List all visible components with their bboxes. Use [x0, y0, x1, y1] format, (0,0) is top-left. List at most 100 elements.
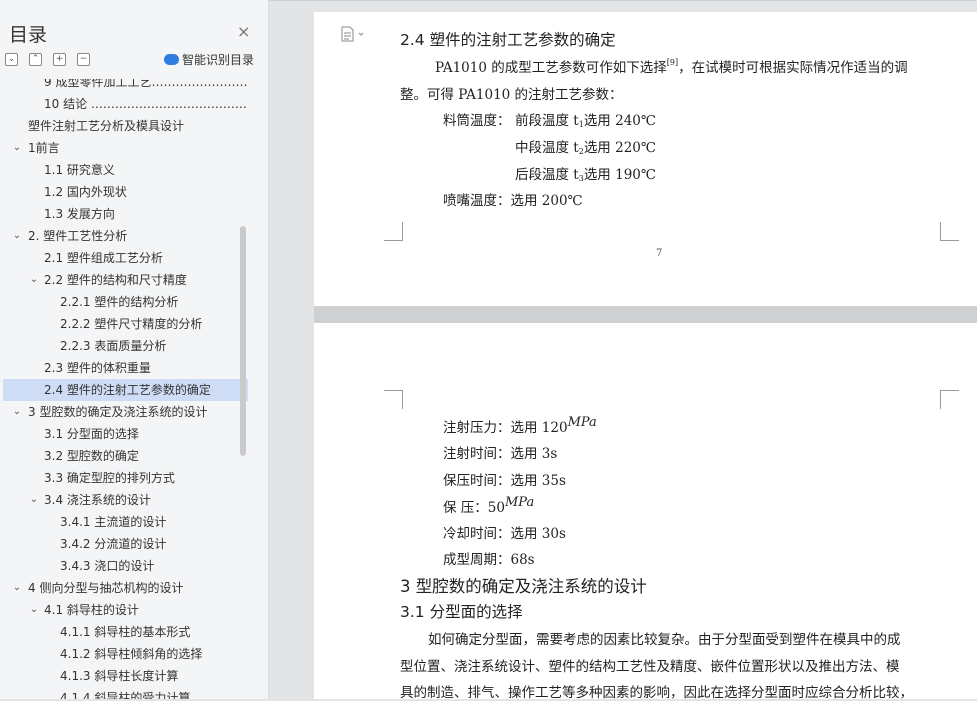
- toc-item[interactable]: 4.1.1 斜导柱的基本形式: [3, 621, 248, 643]
- hold-time: 保压时间：选用 35s: [443, 473, 566, 489]
- chevron-down-icon[interactable]: ⌄: [11, 225, 23, 247]
- toc-item-label: 3.2 型腔数的确定: [44, 449, 139, 463]
- paragraph-line: 具的制造、排气、操作工艺等多种因素的影响，因此在选择分型面时应综合分析比较，: [400, 685, 913, 701]
- toc-item-label: 4 侧向分型与抽芯机构的设计: [28, 581, 184, 595]
- ai-icon: [164, 54, 179, 65]
- cooling-time: 冷却时间：选用 30s: [443, 526, 566, 542]
- toc-item-label: 10 结论 …………………………………… …: [44, 97, 248, 111]
- paragraph-line: 如何确定分型面，需要考虑的因素比较复杂。由于分型面受到塑件在模具中的成: [428, 632, 901, 648]
- toc-list: 9 成型零件加工工艺…………………… 10 结论 …………………………………… ……: [3, 79, 258, 699]
- section-heading-2-4: 2.4 塑件的注射工艺参数的确定: [400, 31, 616, 49]
- chevron-down-icon[interactable]: ⌄: [11, 401, 23, 423]
- toc-item[interactable]: 2.3 塑件的体积重量: [3, 357, 248, 379]
- toc-item[interactable]: 1.1 研究意义: [3, 159, 248, 181]
- toc-item[interactable]: 1.2 国内外现状: [3, 181, 248, 203]
- page-7: 2.4 塑件的注射工艺参数的确定 PA1010 的成型工艺参数可作如下选择[9]…: [314, 12, 977, 306]
- toc-item[interactable]: 3.4.2 分流道的设计: [3, 533, 248, 555]
- toc-item[interactable]: 2.1 塑件组成工艺分析: [3, 247, 248, 269]
- middle-temp: 中段温度 t2选用 220℃: [515, 136, 656, 156]
- toc-item[interactable]: 9 成型零件加工工艺……………………: [3, 79, 248, 93]
- toc-item[interactable]: 3.1 分型面的选择: [3, 423, 248, 445]
- toc-item-label: 4.1.4 斜导柱的受力计算: [60, 691, 191, 699]
- toc-item-label: 4.1 斜导柱的设计: [44, 603, 139, 617]
- add-heading-icon[interactable]: +: [53, 53, 66, 66]
- toc-item-label: 2.2.2 塑件尺寸精度的分析: [60, 317, 203, 331]
- toc-item-label: 9 成型零件加工工艺……………………: [44, 79, 248, 89]
- toc-item-label: 4.1.2 斜导柱倾斜角的选择: [60, 647, 203, 661]
- smart-toc-button[interactable]: 智能识别目录: [164, 51, 254, 68]
- toc-item[interactable]: 4.1.3 斜导柱长度计算: [3, 665, 248, 687]
- toc-item[interactable]: 塑件注射工艺分析及模具设计: [3, 115, 248, 137]
- sidebar-title: 目录: [9, 24, 48, 46]
- toc-item[interactable]: 2.2.1 塑件的结构分析: [3, 291, 248, 313]
- toc-scrollbar[interactable]: [240, 226, 246, 456]
- text: 保 压：50: [443, 500, 505, 516]
- toc-item[interactable]: 3.4.3 浇口的设计: [3, 555, 248, 577]
- toc-item-label: 3.4 浇注系统的设计: [44, 493, 151, 507]
- document-options-icon[interactable]: [340, 26, 370, 42]
- toc-item-label: 2.4 塑件的注射工艺参数的确定: [44, 383, 211, 397]
- toc-item-label: 3.4.2 分流道的设计: [60, 537, 167, 551]
- document-area: 2.4 塑件的注射工艺参数的确定 PA1010 的成型工艺参数可作如下选择[9]…: [269, 0, 977, 701]
- toc-item-label: 4.1.3 斜导柱长度计算: [60, 669, 179, 683]
- toc-item[interactable]: ⌄ 2. 塑件工艺性分析: [3, 225, 248, 247]
- collapse-all-icon[interactable]: ⌄: [5, 53, 18, 66]
- toc-item[interactable]: 2.4 塑件的注射工艺参数的确定: [3, 379, 248, 401]
- paragraph-line: 整。可得 PA1010 的注射工艺参数：: [400, 87, 623, 103]
- toc-item-label: 1前言: [28, 141, 60, 155]
- text: 注射压力：选用 120: [443, 420, 568, 436]
- text: 选用 220℃: [583, 140, 656, 156]
- text: 后段温度 t: [515, 167, 579, 183]
- toc-item-label: 2.1 塑件组成工艺分析: [44, 251, 163, 265]
- toc-item[interactable]: 3.4.1 主流道的设计: [3, 511, 248, 533]
- toc-item-label: 3.3 确定型腔的排列方式: [44, 471, 175, 485]
- chevron-down-icon[interactable]: ⌄: [28, 489, 40, 511]
- toc-item-label: 1.3 发展方向: [44, 207, 115, 221]
- toc-item[interactable]: ⌄ 4 侧向分型与抽芯机构的设计: [3, 577, 248, 599]
- toc-item-label: 3 型腔数的确定及浇注系统的设计: [28, 405, 208, 419]
- toc-item-label: 3.1 分型面的选择: [44, 427, 139, 441]
- toc-item[interactable]: 3.2 型腔数的确定: [3, 445, 248, 467]
- toc-item[interactable]: 1.3 发展方向: [3, 203, 248, 225]
- chevron-down-icon[interactable]: ⌄: [28, 269, 40, 291]
- toc-item-label: 3.4.1 主流道的设计: [60, 515, 167, 529]
- toc-item[interactable]: 3.3 确定型腔的排列方式: [3, 467, 248, 489]
- close-icon[interactable]: ×: [237, 22, 250, 41]
- expand-up-icon[interactable]: ⌃: [29, 53, 42, 66]
- chevron-down-icon[interactable]: ⌄: [11, 137, 23, 159]
- toc-item[interactable]: ⌄ 3.4 浇注系统的设计: [3, 489, 248, 511]
- toc-item-label: 2.3 塑件的体积重量: [44, 361, 151, 375]
- citation-ref: [9]: [666, 58, 679, 67]
- toc-item[interactable]: 10 结论 …………………………………… …: [3, 93, 248, 115]
- barrel-temp-label: 料筒温度：: [443, 113, 511, 129]
- margin-corner: [384, 222, 403, 241]
- text: 中段温度 t: [515, 140, 579, 156]
- toc-item[interactable]: ⌄ 1前言: [3, 137, 248, 159]
- toc-item-label: 2. 塑件工艺性分析: [28, 229, 128, 243]
- toc-item[interactable]: ⌄ 3 型腔数的确定及浇注系统的设计: [3, 401, 248, 423]
- toc-item-label: 2.2.1 塑件的结构分析: [60, 295, 179, 309]
- remove-heading-icon[interactable]: −: [77, 53, 90, 66]
- toc-item[interactable]: 4.1.4 斜导柱的受力计算: [3, 687, 248, 699]
- toc-item[interactable]: 4.1.2 斜导柱倾斜角的选择: [3, 643, 248, 665]
- paragraph-line: 型位置、浇注系统设计、塑件的结构工艺性及精度、嵌件位置形状以及推出方法、模: [400, 659, 900, 675]
- injection-time: 注射时间：选用 3s: [443, 446, 558, 462]
- toc-item[interactable]: 2.2.2 塑件尺寸精度的分析: [3, 313, 248, 335]
- toc-item-label: 2.2 塑件的结构和尺寸精度: [44, 273, 187, 287]
- toc-item-label: 3.4.3 浇口的设计: [60, 559, 155, 573]
- paragraph-line: PA1010 的成型工艺参数可作如下选择[9]，在试模时可根据实际情况作适当的调: [435, 56, 908, 76]
- top-divider: [269, 0, 977, 1]
- toc-item-label: 2.2.3 表面质量分析: [60, 339, 167, 353]
- chevron-down-icon[interactable]: ⌄: [28, 599, 40, 621]
- page-8: 注射压力：选用 120MPa 注射时间：选用 3s 保压时间：选用 35s 保 …: [314, 323, 977, 701]
- nozzle-temp: 喷嘴温度：选用 200℃: [443, 193, 583, 209]
- toc-item[interactable]: ⌄ 4.1 斜导柱的设计: [3, 599, 248, 621]
- margin-corner: [940, 390, 959, 409]
- toc-item[interactable]: ⌄ 2.2 塑件的结构和尺寸精度: [3, 269, 248, 291]
- page-number: 7: [656, 248, 663, 259]
- smart-toc-label: 智能识别目录: [182, 53, 255, 67]
- paragraph-text: ，在试模时可根据实际情况作适当的调: [678, 60, 908, 76]
- section-heading-3-1: 3.1 分型面的选择: [400, 603, 523, 621]
- chevron-down-icon[interactable]: ⌄: [11, 577, 23, 599]
- toc-item[interactable]: 2.2.3 表面质量分析: [3, 335, 248, 357]
